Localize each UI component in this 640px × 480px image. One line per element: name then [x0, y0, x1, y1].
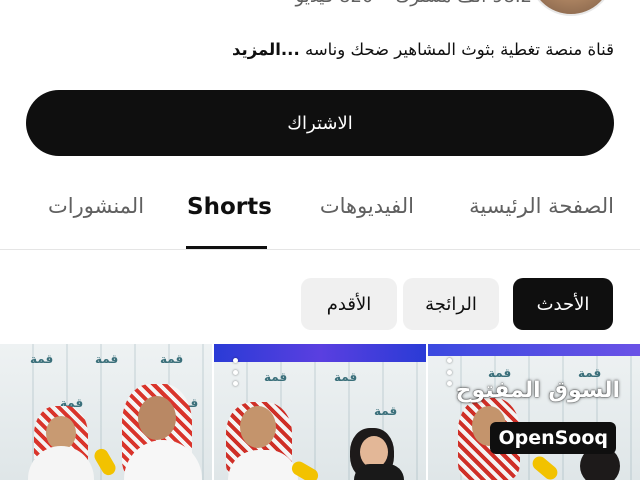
description-more-link[interactable]: ...المزيد [232, 40, 300, 59]
watermark-latin-text: OpenSooq [490, 422, 616, 454]
person-body [354, 464, 404, 480]
stage-lighting [214, 344, 426, 362]
filter-chip-latest[interactable]: الأحدث [513, 278, 613, 330]
channel-description[interactable]: قناة منصة تغطية بثوث المشاهير ضحك وناسه … [20, 40, 614, 59]
filter-chip-oldest[interactable]: الأقدم [301, 278, 397, 330]
short-thumbnail[interactable]: قمة قمة قمة قمة قمة [0, 344, 212, 480]
person-face [138, 396, 176, 440]
backdrop-logo: قمة [160, 352, 184, 366]
stage-lighting [428, 344, 640, 356]
channel-tabs: الصفحة الرئيسية الفيديوهات Shorts المنشو… [0, 180, 640, 250]
tab-posts[interactable]: المنشورات [48, 194, 144, 218]
tab-home[interactable]: الصفحة الرئيسية [469, 194, 614, 218]
more-vert-icon[interactable] [444, 358, 454, 386]
channel-avatar[interactable] [528, 0, 614, 16]
tab-shorts[interactable]: Shorts [187, 194, 272, 220]
watermark-arabic-text: السوق المفتوح [455, 378, 620, 403]
backdrop-logo: قمة [30, 352, 54, 366]
microphone-icon [91, 446, 119, 478]
backdrop-logo: قمة [334, 370, 358, 384]
more-vert-icon[interactable] [230, 358, 240, 386]
person-face [240, 406, 276, 448]
opensooq-watermark: السوق المفتوح OpenSooq [456, 378, 620, 468]
channel-description-text: قناة منصة تغطية بثوث المشاهير ضحك وناسه [304, 40, 614, 59]
filter-chip-popular[interactable]: الرائجة [403, 278, 499, 330]
channel-stats: 98.2 ألف مشترك • 820 فيديو [296, 0, 532, 14]
backdrop-logo: قمة [374, 404, 398, 418]
backdrop-logo: قمة [95, 352, 119, 366]
short-thumbnail[interactable]: قمة قمة قمة [214, 344, 426, 480]
person-face [46, 416, 76, 450]
subscribe-button[interactable]: الاشتراك [26, 90, 614, 156]
active-tab-indicator [186, 246, 267, 249]
backdrop-logo: قمة [264, 370, 288, 384]
tab-videos[interactable]: الفيديوهات [320, 194, 414, 218]
